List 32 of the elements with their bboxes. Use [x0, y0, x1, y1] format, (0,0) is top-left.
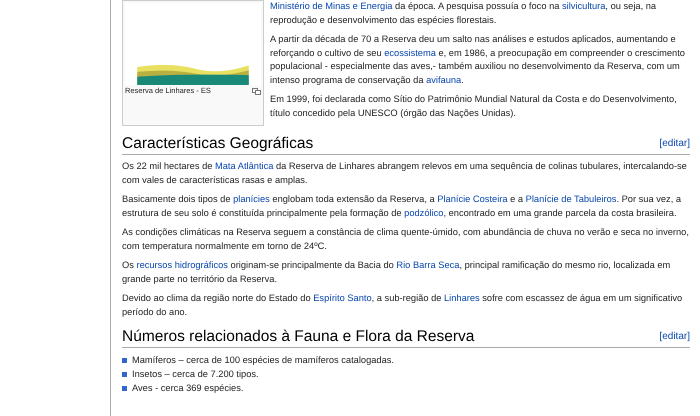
- list-item: Insetos – cerca de 7.200 tipos.: [132, 368, 259, 381]
- link[interactable]: Espírito Santo: [313, 293, 372, 303]
- section-heading: Características Geográficas: [122, 134, 314, 153]
- section-heading: Números relacionados à Fauna e Flora da Reserva: [122, 327, 474, 346]
- paragraph: As condições climáticas na Reserva seguem a constância de clima quente-úmido, com abundância de chuva no verão e seca no inverno, com temperatura normalmente em torno de 24ºC.: [122, 226, 690, 253]
- bullet-icon: [122, 386, 127, 390]
- link[interactable]: Ministério de Minas e Energia: [270, 1, 392, 11]
- paragraph: A partir da década de 70 a Reserva deu um salto nas análises e estudos aplicados, aumentando e reforçando o cultivo de seu ecossistema e, em 1986, a preocupação em compreender o crescimento populacional - especialmente das aves,- também auxiliou no desenvolvimento da Reserva, com um intenso programa de conservação da avifauna.: [270, 33, 686, 87]
- paragraph: Ministério de Minas e Energia da época. A pesquisa possuía o foco na silvicultura, ou seja, na reprodução e desenvolvimento das espécies florestais.: [270, 0, 658, 27]
- link[interactable]: planícies: [233, 194, 270, 204]
- enlarge-icon[interactable]: [252, 85, 261, 97]
- bullet-icon: [122, 372, 127, 376]
- bullet-icon: [122, 358, 127, 362]
- paragraph: Basicamente dois tipos de planícies englobam toda extensão da Reserva, a Planície Costeira e a Planície de Tabuleiros. Por sua vez, a estrutura de seu solo é constituída principalmente pela formação de podzólico, encontrado em uma grande parcela da costa brasileira.: [122, 193, 682, 220]
- link[interactable]: Mata Atlântica: [215, 161, 274, 171]
- link[interactable]: Planície de Tabuleiros: [526, 194, 616, 204]
- link[interactable]: silvicultura: [562, 1, 606, 11]
- edit-link[interactable]: [editar]: [659, 327, 690, 346]
- link[interactable]: recursos hidrográficos: [136, 260, 228, 270]
- list-item: Mamíferos – cerca de 100 espécies de mamíferos catalogadas.: [132, 354, 394, 367]
- paragraph: Os recursos hidrográficos originam-se principalmente da Bacia do Rio Barra Seca, principal ramificação do mesmo rio, localizada em grande parte no território da Reserva.: [122, 259, 672, 286]
- list-item: Aves - cerca 369 espécies.: [132, 382, 244, 395]
- link[interactable]: Rio Barra Seca: [396, 260, 460, 270]
- link[interactable]: Linhares: [444, 293, 480, 303]
- paragraph: Os 22 mil hectares de Mata Atlântica da Reserva de Linhares abrangem relevos em uma sequência de colinas tubulares, intercalando-se com vales de características rasas e amplas.: [122, 160, 688, 187]
- link[interactable]: ecossistema: [384, 48, 436, 58]
- edit-link[interactable]: [editar]: [659, 134, 690, 153]
- link[interactable]: avifauna: [426, 74, 462, 84]
- link[interactable]: podzólico: [404, 208, 444, 218]
- link[interactable]: Planície Costeira: [437, 194, 508, 204]
- paragraph: Em 1999, foi declarada como Sítio do Patrimônio Mundial Natural da Costa e do Desenvolvimento, título concedido pela UNESCO (órgão das Nações Unidas).: [270, 93, 678, 120]
- paragraph: Devido ao clima da região norte do Estado do Espírito Santo, a sub-região de Linhares sofre com escassez de água em um significativo período do ano.: [122, 292, 684, 319]
